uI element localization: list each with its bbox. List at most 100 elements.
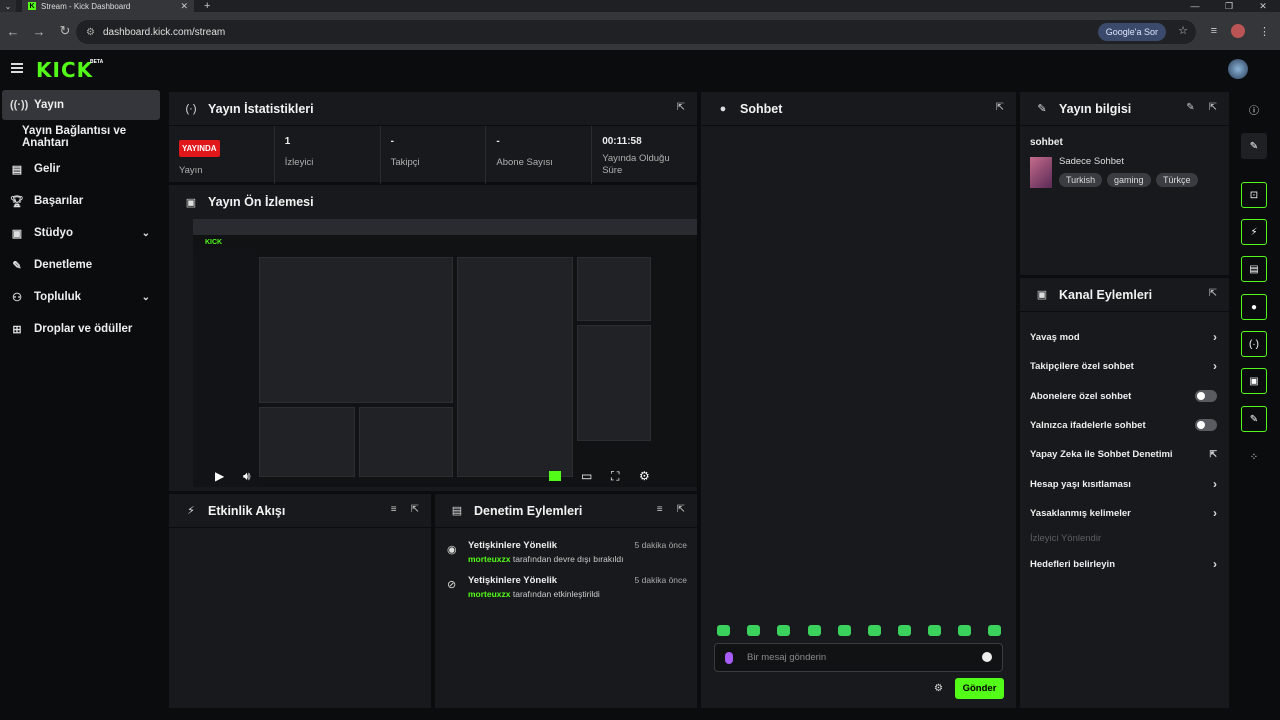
emote-icon[interactable] xyxy=(838,625,851,636)
popout-icon[interactable]: ⇱ xyxy=(996,102,1004,113)
sidebar-item-topluluk[interactable]: ⚇ Topluluk ⌄ xyxy=(2,282,160,312)
activity-panel: ⚡︎ Etkinlik Akışı ≡ ⇱ xyxy=(169,494,431,708)
category-thumbnail[interactable] xyxy=(1030,157,1052,188)
tab-search-icon[interactable]: ⌄ xyxy=(0,0,16,12)
browser-tab[interactable]: K Stream - Kick Dashboard ✕ xyxy=(22,0,194,12)
theater-icon[interactable]: ▭ xyxy=(581,469,592,483)
sidebar-item-stream-key[interactable]: Yayın Bağlantısı ve Anahtarı xyxy=(2,122,168,152)
actions-toggle-icon[interactable]: ▣ xyxy=(1241,368,1267,394)
bookmark-star-icon[interactable]: ☆ xyxy=(1178,24,1188,37)
chat-toggle-icon[interactable]: ● xyxy=(1241,294,1267,320)
popout-icon[interactable]: ⇱ xyxy=(1209,102,1217,113)
log-user[interactable]: morteuxzx xyxy=(468,589,511,599)
emote-icon[interactable] xyxy=(898,625,911,636)
chat-input-box xyxy=(714,643,1003,672)
popout-icon[interactable]: ⇱ xyxy=(677,504,685,515)
sidebar-item-denetleme[interactable]: ✎ Denetleme xyxy=(2,250,160,280)
broadcast-icon: (·) xyxy=(185,102,197,115)
info-icon[interactable]: ⓘ xyxy=(1241,96,1267,122)
reload-icon[interactable]: ↻ xyxy=(52,23,78,39)
fullscreen-icon[interactable]: ⛶ xyxy=(611,469,619,484)
sidebar-item-label: Denetleme xyxy=(34,259,93,271)
sidebar-item-studyo[interactable]: ▣ Stüdyo ⌄ xyxy=(2,218,160,248)
log-subtitle: morteuxzx tarafından devre dışı bırakıld… xyxy=(468,554,623,564)
site-info-icon[interactable]: ⚙ xyxy=(86,27,95,38)
action-followers-only[interactable]: Takipçilere özel sohbet › xyxy=(1030,352,1217,380)
emote-icon[interactable] xyxy=(988,625,1001,636)
emote-icon[interactable] xyxy=(868,625,881,636)
preview-toggle-icon[interactable]: ⊡ xyxy=(1241,182,1267,208)
google-ask-button[interactable]: Google'a Sor xyxy=(1097,23,1166,41)
emote-icon[interactable] xyxy=(777,625,790,636)
chat-message-input[interactable] xyxy=(747,652,967,663)
action-ai-moderation[interactable]: Yapay Zeka ile Sohbet Denetimi ⇱ xyxy=(1030,440,1217,468)
user-avatar[interactable] xyxy=(1228,59,1248,79)
emote-icon[interactable] xyxy=(958,625,971,636)
category-name[interactable]: Sadece Sohbet xyxy=(1059,156,1124,167)
action-slow-mode[interactable]: Yavaş mod › xyxy=(1030,323,1217,351)
action-label: Yasaklanmış kelimeler xyxy=(1030,507,1131,519)
emote-icon[interactable] xyxy=(808,625,821,636)
emotes-only-toggle[interactable] xyxy=(1195,419,1217,431)
action-account-age[interactable]: Hesap yaşı kısıtlaması › xyxy=(1030,470,1217,498)
close-tab-icon[interactable]: ✕ xyxy=(180,1,188,12)
stream-preview-video[interactable]: KICK ▶ 🔊︎ ▭ ⛶ ⚙ xyxy=(193,219,697,487)
chat-settings-icon[interactable]: ⚙ xyxy=(934,683,943,694)
mic-icon[interactable] xyxy=(725,651,733,664)
right-rail: ⓘ ✎ ⊡ ⚡︎ ▤ ● (·) ▣ ✎ ⁘ xyxy=(1235,88,1280,720)
modlog-toggle-icon[interactable]: ▤ xyxy=(1241,256,1267,282)
kick-logo[interactable]: KICK xyxy=(36,58,93,82)
emote-icon[interactable] xyxy=(747,625,760,636)
action-banned-words[interactable]: Yasaklanmış kelimeler › xyxy=(1030,499,1217,527)
filter-icon[interactable]: ≡ xyxy=(657,504,663,515)
menu-dots-icon[interactable]: ⋮ xyxy=(1259,25,1270,38)
log-user[interactable]: morteuxzx xyxy=(468,554,511,564)
emote-icon[interactable] xyxy=(717,625,730,636)
minimize-icon[interactable]: — xyxy=(1178,0,1212,12)
stream-info-body: sohbet Sadece Sohbet Turkish gaming Türk… xyxy=(1030,137,1198,188)
popout-icon[interactable]: ⇱ xyxy=(411,504,419,515)
hamburger-menu-icon[interactable] xyxy=(11,63,23,73)
action-label: Abonelere özel sohbet xyxy=(1030,390,1132,402)
play-icon[interactable]: ▶ xyxy=(215,469,224,483)
edit-layout-icon[interactable]: ✎ xyxy=(1241,133,1267,159)
volume-icon[interactable]: 🔊︎ xyxy=(243,469,251,484)
forward-icon[interactable]: → xyxy=(26,24,52,39)
activity-toggle-icon[interactable]: ⚡︎ xyxy=(1241,219,1267,245)
clip-icon[interactable] xyxy=(549,471,561,481)
sidebar-item-basarilar[interactable]: 🏆︎ Başarılar xyxy=(2,186,160,216)
new-tab-icon[interactable]: + xyxy=(204,0,210,12)
sidebar-item-label: Başarılar xyxy=(34,195,84,207)
chevron-right-icon: › xyxy=(1213,557,1217,571)
action-set-goals[interactable]: Hedefleri belirleyin › xyxy=(1030,550,1217,578)
sidebar-item-label: Yayın Bağlantısı ve Anahtarı xyxy=(22,125,127,149)
chart-icon: ▤ xyxy=(11,163,23,176)
url-field[interactable]: ⚙ dashboard.kick.com/stream Google'a Sor… xyxy=(76,20,1196,44)
sidebar-item-yayin[interactable]: ((·)) Yayın xyxy=(2,90,160,120)
maximize-icon[interactable]: ❐ xyxy=(1212,0,1246,12)
subscribers-only-toggle[interactable] xyxy=(1195,390,1217,402)
popout-icon[interactable]: ⇱ xyxy=(677,102,685,113)
emoji-icon[interactable] xyxy=(982,652,992,662)
filter-icon[interactable]: ≡ xyxy=(391,504,397,515)
info-toggle-icon[interactable]: ✎ xyxy=(1241,406,1267,432)
edit-icon[interactable]: ✎ xyxy=(1186,102,1194,113)
beta-label: BETA xyxy=(90,59,104,65)
media-icon[interactable]: ≡ xyxy=(1211,25,1217,37)
sidebar-item-gelir[interactable]: ▤ Gelir xyxy=(2,154,160,184)
chat-panel-header: ● Sohbet ⇱ xyxy=(701,92,1016,126)
send-button[interactable]: Gönder xyxy=(955,678,1004,699)
popout-icon[interactable]: ⇱ xyxy=(1209,288,1217,299)
back-icon[interactable]: ← xyxy=(0,24,26,39)
emote-icon[interactable] xyxy=(928,625,941,636)
sidebar-item-label: Gelir xyxy=(34,163,61,175)
close-window-icon[interactable]: ✕ xyxy=(1246,0,1280,12)
more-widgets-icon[interactable]: ⁘ xyxy=(1241,444,1267,470)
chevron-down-icon: ⌄ xyxy=(141,291,150,303)
actions-icon: ▣ xyxy=(1036,289,1048,301)
profile-avatar[interactable] xyxy=(1231,24,1245,38)
sidebar-item-droplar[interactable]: ⊞ Droplar ve ödüller xyxy=(2,314,160,344)
settings-icon[interactable]: ⚙ xyxy=(639,469,650,483)
preview-logo: KICK xyxy=(205,239,223,246)
stats-toggle-icon[interactable]: (·) xyxy=(1241,331,1267,357)
